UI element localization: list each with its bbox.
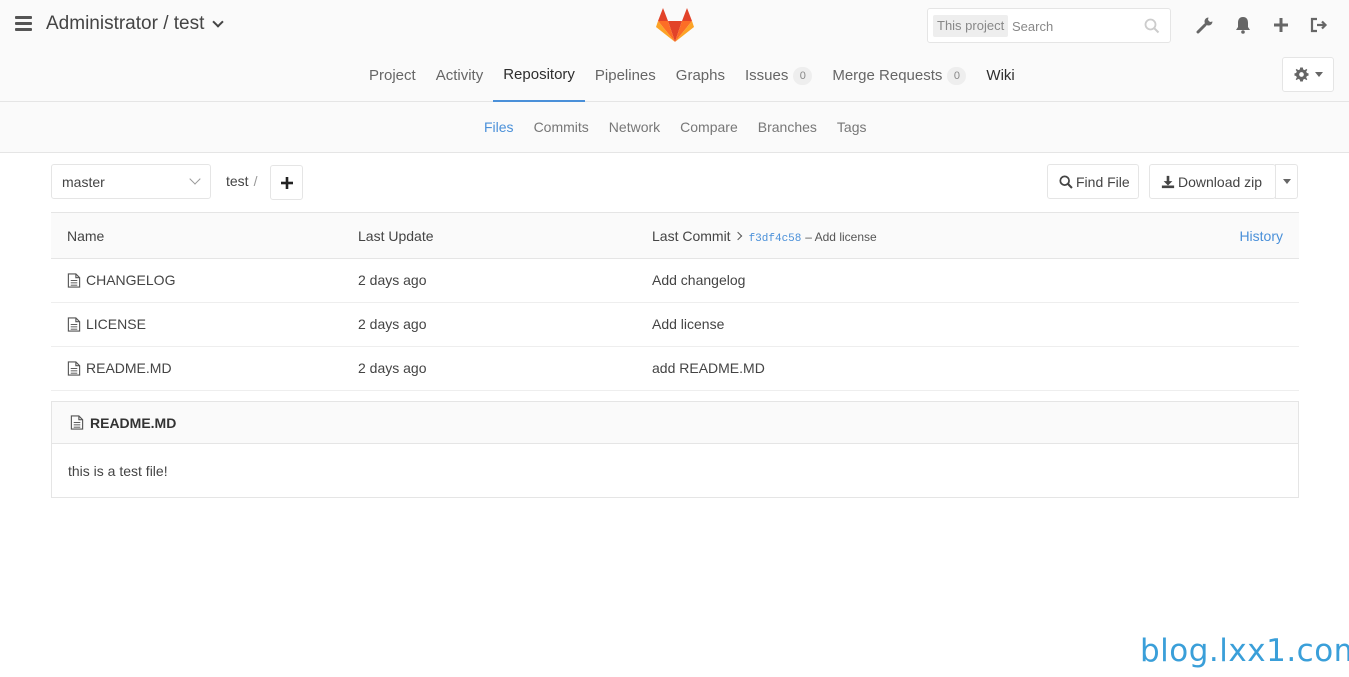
settings-dropdown-button[interactable] <box>1282 57 1334 92</box>
top-header: Administrator / test This project <box>0 0 1349 50</box>
commit-sha-link[interactable]: f3df4c58 <box>749 233 802 245</box>
bell-icon[interactable] <box>1232 14 1254 36</box>
readme-content: this is a test file! <box>68 463 168 479</box>
tab-label[interactable]: Repository <box>503 51 575 99</box>
table-header: Name Last Update Last Commit f3df4c58 – A… <box>51 212 1299 259</box>
count-badge: 0 <box>793 67 813 85</box>
search-box[interactable]: This project <box>927 8 1171 43</box>
search-input[interactable] <box>1012 16 1137 36</box>
project-nav: Project Activity Repository Pipelines Gr… <box>0 50 1349 102</box>
last-commit-label: Last Commit <box>652 228 731 244</box>
tab-label[interactable]: Pipelines <box>595 52 656 100</box>
branch-select-value[interactable]: master <box>62 174 105 190</box>
project-title-text[interactable]: Administrator / test <box>46 13 204 35</box>
branch-select[interactable]: master <box>51 164 211 199</box>
sign-out-icon[interactable] <box>1308 14 1330 36</box>
tab-label[interactable]: Merge Requests <box>832 52 942 100</box>
file-updated: 2 days ago <box>358 360 427 376</box>
watermark-text: blog.lxx1.com <box>1140 633 1349 669</box>
search-icon[interactable] <box>1144 18 1160 34</box>
tab-wiki[interactable]: Wiki <box>976 50 1024 102</box>
readme-title[interactable]: README.MD <box>90 415 176 431</box>
commit-message[interactable]: – Add license <box>805 230 876 244</box>
download-icon <box>1161 175 1175 188</box>
readme-panel: README.MD this is a test file! <box>51 401 1299 498</box>
repository-subnav: Files Commits Network Compare Branches T… <box>0 102 1349 153</box>
table-row: LICENSE 2 days ago Add license <box>51 303 1299 347</box>
file-commit-link[interactable]: add README.MD <box>652 360 765 376</box>
tab-label[interactable]: Project <box>369 52 416 100</box>
gear-icon <box>1293 67 1309 82</box>
breadcrumb-separator: / <box>253 173 258 189</box>
plus-icon <box>280 176 293 189</box>
tab-label[interactable]: Graphs <box>676 52 725 100</box>
table-row: CHANGELOG 2 days ago Add changelog <box>51 259 1299 303</box>
column-header-last-update: Last Update <box>358 228 434 244</box>
search-icon <box>1059 174 1073 189</box>
wrench-icon[interactable] <box>1194 14 1216 36</box>
chevron-down-icon <box>189 173 201 185</box>
file-name-link[interactable]: LICENSE <box>86 316 146 332</box>
file-icon <box>70 415 84 430</box>
file-updated: 2 days ago <box>358 316 427 332</box>
file-name-link[interactable]: README.MD <box>86 360 172 376</box>
file-commit-link[interactable]: Add license <box>652 316 724 332</box>
tab-repository[interactable]: Repository <box>493 50 585 102</box>
search-scope-badge: This project <box>933 15 1009 37</box>
breadcrumb-path[interactable]: test <box>226 173 249 189</box>
tab-merge-requests[interactable]: Merge Requests 0 <box>822 50 976 102</box>
caret-down-icon <box>1282 179 1291 184</box>
file-name-cell[interactable]: LICENSE <box>67 316 146 332</box>
subtab-branches[interactable]: Branches <box>748 102 827 152</box>
file-name-link[interactable]: CHANGELOG <box>86 272 175 288</box>
file-commit-link[interactable]: Add changelog <box>652 272 745 288</box>
count-badge: 0 <box>947 67 967 85</box>
file-icon <box>67 316 81 332</box>
tab-label[interactable]: Issues <box>745 52 788 100</box>
find-file-button[interactable]: Find File <box>1047 164 1139 199</box>
file-name-cell[interactable]: CHANGELOG <box>67 272 175 288</box>
download-zip-button[interactable]: Download zip <box>1149 164 1276 199</box>
tab-activity[interactable]: Activity <box>426 50 494 102</box>
column-header-name: Name <box>67 228 105 244</box>
readme-header: README.MD <box>52 402 1298 444</box>
file-icon <box>67 360 81 376</box>
tab-project[interactable]: Project <box>359 50 426 102</box>
chevron-right-icon <box>733 231 742 241</box>
file-icon <box>67 272 81 288</box>
find-file-label: Find File <box>1076 173 1130 190</box>
tab-pipelines[interactable]: Pipelines <box>585 50 666 102</box>
tab-label[interactable]: Wiki <box>986 52 1014 100</box>
file-updated: 2 days ago <box>358 272 427 288</box>
subtab-commits[interactable]: Commits <box>524 102 599 152</box>
column-header-last-commit: Last Commit f3df4c58 – Add license <box>652 228 877 245</box>
subtab-files[interactable]: Files <box>474 102 524 152</box>
subtab-compare[interactable]: Compare <box>670 102 748 152</box>
plus-icon[interactable] <box>1270 14 1292 36</box>
breadcrumb: test / <box>226 173 257 189</box>
caret-down-icon <box>1314 72 1323 77</box>
table-row: README.MD 2 days ago add README.MD <box>51 347 1299 391</box>
history-link[interactable]: History <box>1239 228 1283 244</box>
download-options-button[interactable] <box>1275 164 1298 199</box>
download-zip-label: Download zip <box>1178 173 1263 190</box>
tab-issues[interactable]: Issues 0 <box>735 50 822 102</box>
chevron-down-icon[interactable] <box>212 16 225 28</box>
add-file-button[interactable] <box>270 165 303 200</box>
project-title[interactable]: Administrator / test <box>46 13 225 35</box>
file-name-cell[interactable]: README.MD <box>67 360 172 376</box>
hamburger-menu-icon[interactable] <box>15 16 32 32</box>
subtab-tags[interactable]: Tags <box>827 102 877 152</box>
subtab-network[interactable]: Network <box>599 102 670 152</box>
file-table: Name Last Update Last Commit f3df4c58 – A… <box>51 212 1299 391</box>
gitlab-logo-icon[interactable] <box>656 7 694 43</box>
tab-label[interactable]: Activity <box>436 52 484 100</box>
tab-graphs[interactable]: Graphs <box>666 50 735 102</box>
